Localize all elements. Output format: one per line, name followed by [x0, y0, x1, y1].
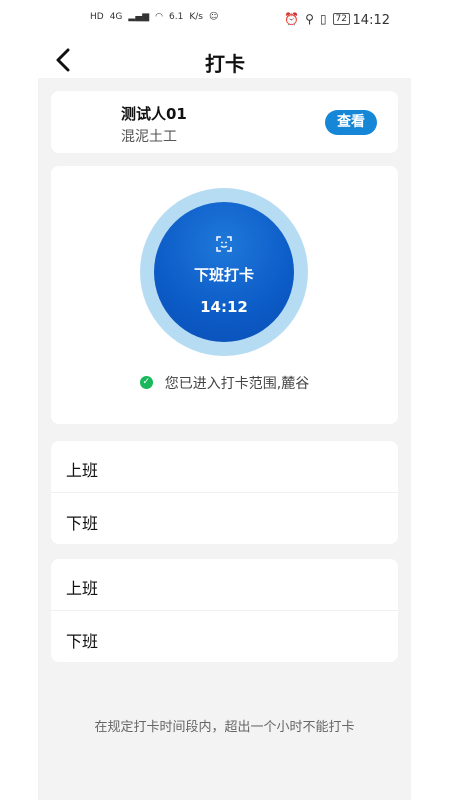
shift-off-label: 下班: [66, 632, 99, 651]
divider: [51, 610, 398, 611]
punch-label: 下班打卡: [193, 266, 254, 284]
shift-off-label: 下班: [66, 514, 99, 533]
user-role: 混泥土工: [121, 129, 177, 145]
status-right: ⏰ ⚲ ▯ 72: [284, 12, 350, 26]
battery-icon: 72: [332, 13, 350, 25]
alarm-icon: ⏰: [284, 12, 300, 26]
range-status: ✓ 您已进入打卡范围,麓谷: [51, 373, 398, 393]
speed-unit: K/s: [189, 12, 203, 22]
punch-time: 14:12: [200, 298, 248, 316]
face-scan-icon: [216, 236, 232, 252]
range-text: 您已进入打卡范围,麓谷: [164, 376, 310, 392]
vibrate-icon: ▯: [319, 12, 327, 26]
user-card: 测试人01 混泥土工 查看: [51, 91, 398, 153]
check-icon: ✓: [139, 375, 153, 389]
footer-note: 在规定打卡时间段内，超出一个小时不能打卡: [94, 720, 355, 735]
punch-button[interactable]: 下班打卡 14:12: [154, 202, 294, 342]
notification-icon: ☺: [208, 12, 219, 22]
shift-card: 上班 下班: [51, 559, 398, 662]
page-title: 打卡: [205, 52, 245, 76]
status-time: 14:12: [352, 13, 390, 28]
nav-bar: 打卡: [0, 40, 450, 80]
signal-indicator: 4G: [109, 12, 123, 22]
shift-card: 上班 下班: [51, 441, 398, 544]
view-button[interactable]: 查看: [325, 110, 377, 135]
punch-card: 下班打卡 14:12 ✓ 您已进入打卡范围,麓谷: [51, 166, 398, 424]
status-bar: HD 4G ▂▄▆ ◠ 6.1 K/s ☺ ⏰ ⚲ ▯ 72 14:12: [0, 0, 450, 40]
wifi-icon: ◠: [155, 12, 164, 22]
divider: [51, 492, 398, 493]
user-name: 测试人01: [121, 105, 187, 123]
main-content: 测试人01 混泥土工 查看 下班打卡 14:12 ✓ 您已进入打卡范围,麓谷 上班…: [38, 78, 411, 800]
speed-value: 6.1: [169, 12, 184, 22]
location-icon: ⚲: [305, 12, 314, 26]
punch-ring: 下班打卡 14:12: [140, 188, 308, 356]
shift-on-label: 上班: [66, 461, 99, 480]
status-left: HD 4G ▂▄▆ ◠ 6.1 K/s ☺: [90, 12, 218, 22]
shift-on-label: 上班: [66, 579, 99, 598]
signal-icon: ▂▄▆: [128, 12, 150, 22]
hd-indicator: HD: [90, 12, 104, 22]
